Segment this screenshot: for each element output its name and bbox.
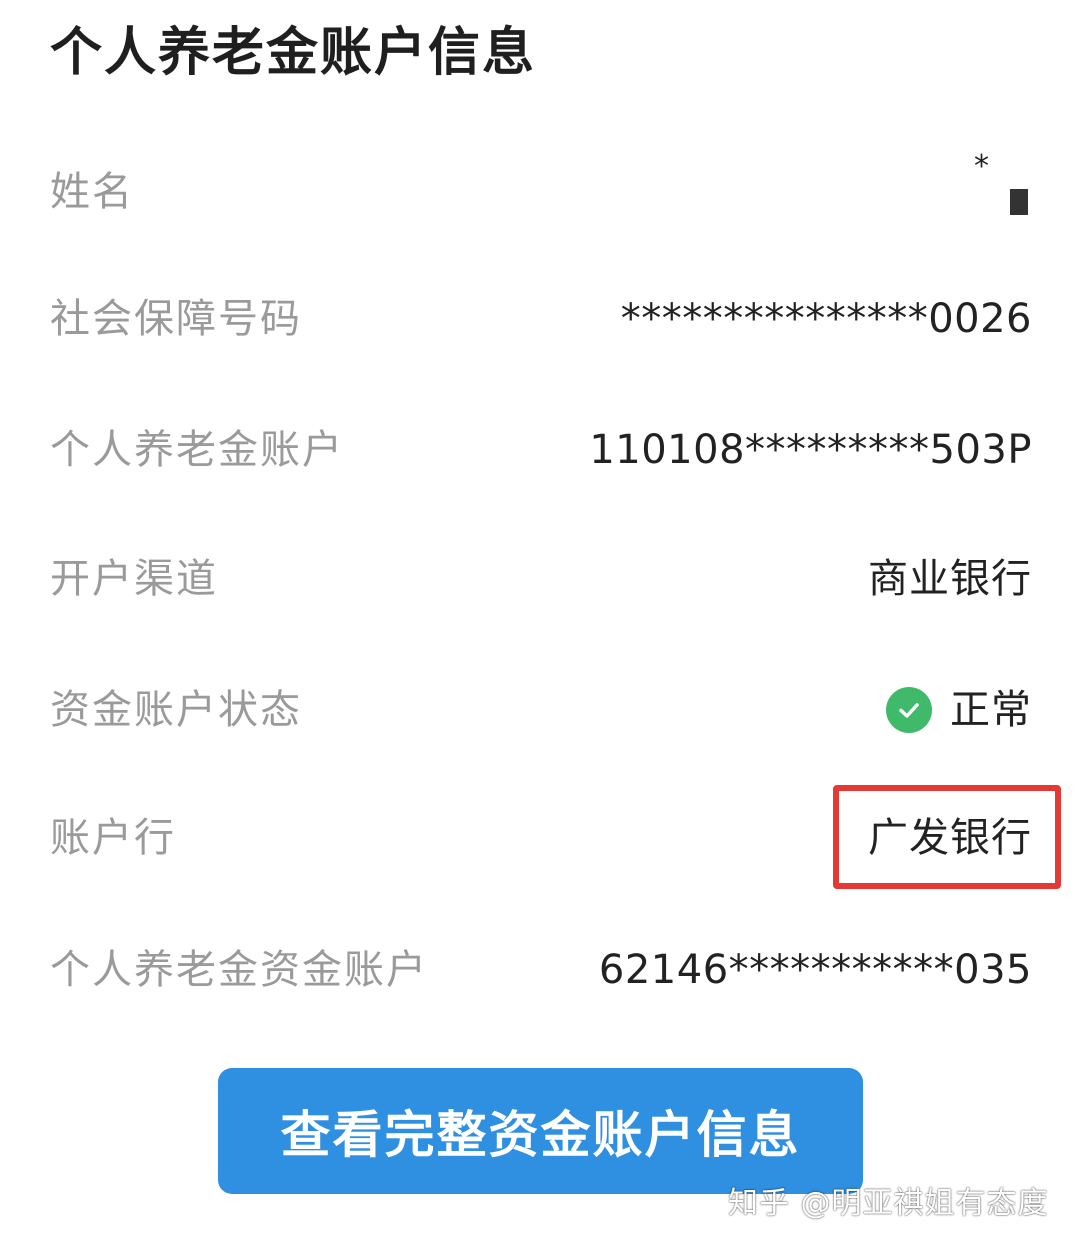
fund-status-label: 资金账户状态 bbox=[50, 687, 302, 733]
pension-fund-account-value: 62146***********035 bbox=[598, 947, 1032, 993]
source-watermark: 知乎 @明亚祺姐有态度 bbox=[728, 1186, 1049, 1221]
info-row-fund-status: 资金账户状态 正常 bbox=[0, 665, 1080, 755]
fund-status-value: 正常 bbox=[886, 665, 1032, 755]
info-row-pension-fund-account: 个人养老金资金账户 62146***********035 bbox=[0, 925, 1080, 1015]
name-mask-star: * bbox=[974, 149, 989, 184]
pension-fund-account-label: 个人养老金资金账户 bbox=[50, 947, 428, 993]
channel-label: 开户渠道 bbox=[50, 556, 218, 602]
pension-account-value: 110108*********503P bbox=[589, 427, 1032, 473]
channel-value: 商业银行 bbox=[868, 556, 1032, 602]
name-value-masked: * bbox=[970, 147, 1040, 237]
view-full-account-info-button[interactable]: 查看完整资金账户信息 bbox=[218, 1068, 863, 1194]
name-label: 姓名 bbox=[50, 169, 134, 215]
fund-status-text: 正常 bbox=[950, 687, 1032, 733]
info-row-name: 姓名 * bbox=[0, 147, 1080, 237]
page-title: 个人养老金账户信息 bbox=[50, 23, 537, 83]
social-security-label: 社会保障号码 bbox=[50, 296, 302, 342]
info-row-channel: 开户渠道 商业银行 bbox=[0, 534, 1080, 624]
check-circle-icon bbox=[886, 687, 932, 733]
social-security-value: ***************0026 bbox=[620, 296, 1032, 342]
pension-account-label: 个人养老金账户 bbox=[50, 427, 344, 473]
info-row-social-security: 社会保障号码 ***************0026 bbox=[0, 274, 1080, 364]
info-row-pension-account: 个人养老金账户 110108*********503P bbox=[0, 405, 1080, 495]
name-redaction-block bbox=[1010, 189, 1028, 215]
account-bank-highlight-box bbox=[833, 785, 1061, 889]
account-bank-label: 账户行 bbox=[50, 815, 176, 861]
